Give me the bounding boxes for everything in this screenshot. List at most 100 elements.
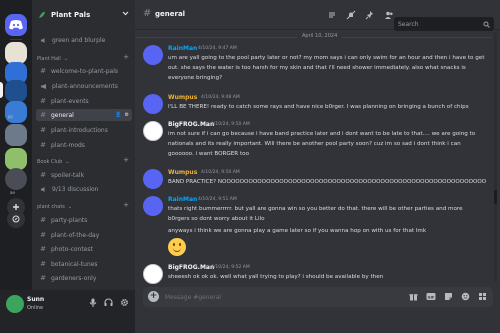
user-name: Sunn xyxy=(27,296,45,303)
channel-botanical-tunes[interactable]: # botanical-tunes xyxy=(36,258,132,270)
add-channel-icon[interactable]: + xyxy=(123,53,129,61)
category-label: plant chats xyxy=(37,204,65,210)
add-member-icon[interactable]: 👤 xyxy=(115,112,121,118)
svg-text:GIF: GIF xyxy=(428,295,435,299)
hash-icon: # xyxy=(40,67,46,75)
message-line: b0rgers so dont worry about it Lilo xyxy=(168,216,265,222)
channel-plant-of-the-day[interactable]: # plant-of-the-day xyxy=(36,229,132,241)
settings-icon[interactable] xyxy=(120,298,129,307)
members-icon[interactable] xyxy=(384,10,394,20)
channel-green-and-blurple[interactable]: green and blurple xyxy=(36,34,132,46)
guild-header[interactable]: Plant Pals xyxy=(32,0,135,30)
scrollbar[interactable] xyxy=(494,32,497,282)
hash-icon: # xyxy=(40,97,46,105)
emoji-icon[interactable] xyxy=(461,292,470,301)
selected-server-pill xyxy=(0,82,3,98)
avatar[interactable] xyxy=(6,295,24,313)
message-author[interactable]: BigFROG.Man xyxy=(168,264,214,271)
message-line: anyways i think we are gonna play a game… xyxy=(168,228,427,234)
server-icon[interactable] xyxy=(5,42,27,64)
avatar[interactable] xyxy=(143,169,163,189)
search-icon xyxy=(483,21,490,28)
avatar[interactable] xyxy=(143,196,163,216)
message-timestamp: 4/10/24, 9:51 AM xyxy=(198,197,237,202)
message-line: BAND PRACTICE? NOOOOOOOOOOOOOOOOOOOOOOOO… xyxy=(168,179,487,185)
message-author[interactable]: RainMan xyxy=(168,45,197,52)
add-channel-icon[interactable]: + xyxy=(123,156,129,164)
hash-icon: # xyxy=(40,245,46,253)
category-header[interactable]: Book Club ⌄ xyxy=(37,159,69,165)
avatar[interactable] xyxy=(143,45,163,65)
server-icon[interactable] xyxy=(5,168,27,190)
gear-icon[interactable]: ⚙ xyxy=(125,112,129,118)
channel-plant-announcements[interactable]: plant-announcements xyxy=(36,80,132,92)
channel-label: photo-contest xyxy=(51,245,93,253)
speaker-icon xyxy=(40,186,47,193)
search-input[interactable]: Search xyxy=(394,17,494,31)
message-author[interactable]: RainMan xyxy=(168,196,197,203)
channel-label: botanical-tunes xyxy=(51,260,98,268)
server-icon-plant-pals[interactable] xyxy=(5,80,27,102)
speaker-icon xyxy=(40,37,47,44)
channel-plant-events[interactable]: # plant-events xyxy=(36,95,132,107)
hash-icon: # xyxy=(40,171,46,179)
avatar[interactable] xyxy=(143,121,163,141)
channel-spoiler-talk[interactable]: # spoiler-talk xyxy=(36,169,132,181)
message-author[interactable]: BigFROG.Man xyxy=(168,121,214,128)
mute-bell-icon[interactable] xyxy=(346,10,356,20)
sticker-icon[interactable] xyxy=(444,292,453,301)
avatar[interactable] xyxy=(143,264,163,284)
category-header[interactable]: Plant Hall ⌄ xyxy=(37,56,68,62)
message-input[interactable] xyxy=(165,290,385,304)
direct-messages-button[interactable] xyxy=(5,14,27,36)
message-author[interactable]: Wumpus xyxy=(168,169,197,176)
channel-label: general xyxy=(51,111,74,119)
apps-icon[interactable] xyxy=(478,292,487,301)
channel-gardeners-only[interactable]: # gardeners-only xyxy=(36,272,132,284)
channel-label: green and blurple xyxy=(52,36,106,44)
channel-general[interactable]: # general 👤 ⚙ xyxy=(36,109,132,121)
message-line: sheeesh ok ok ok. well what yall trying … xyxy=(168,274,384,280)
hash-icon: # xyxy=(40,111,46,119)
message-timestamp: 4/10/24, 9:48 AM xyxy=(201,95,240,100)
guild-icon xyxy=(38,11,46,19)
channel-9-13-discussion[interactable]: 9/13 discussion xyxy=(36,183,132,195)
microphone-icon[interactable] xyxy=(89,298,97,307)
scrollbar-thumb[interactable] xyxy=(494,190,497,204)
explore-servers-button[interactable] xyxy=(7,210,25,228)
channel-label: spoiler-talk xyxy=(51,171,85,179)
message-author[interactable]: Wumpus xyxy=(168,94,197,101)
category-header[interactable]: plant chats ⌄ xyxy=(37,204,72,210)
pin-icon[interactable] xyxy=(365,10,375,20)
channel-plant-introductions[interactable]: # plant-introductions xyxy=(36,124,132,136)
server-icon[interactable] xyxy=(5,124,27,146)
hash-icon: # xyxy=(40,274,46,282)
upload-plus-button[interactable]: + xyxy=(148,291,159,302)
message-line: out. she says the water is too harsh for… xyxy=(168,65,466,71)
avatar[interactable] xyxy=(143,94,163,114)
search-placeholder: Search xyxy=(398,20,419,28)
message-content: thats right bummerrrrr. but yall are gon… xyxy=(168,204,490,224)
channel-label: plant-events xyxy=(51,97,89,105)
rail-separator xyxy=(10,39,22,40)
message-line: everyone bringing? xyxy=(168,75,223,81)
channel-plant-mods[interactable]: # plant-mods xyxy=(36,139,132,151)
message-content: um are yall going to the pool party late… xyxy=(168,53,490,83)
headphones-icon[interactable] xyxy=(104,298,113,307)
message-line: I'LL BE THERE! ready to catch some rays … xyxy=(168,104,469,110)
gift-icon[interactable] xyxy=(409,292,418,301)
hash-icon: # xyxy=(143,8,152,19)
gif-icon[interactable]: GIF xyxy=(426,292,436,301)
message-content: im not sure if i can go because i have b… xyxy=(168,129,490,159)
channel-photo-contest[interactable]: # photo-contest xyxy=(36,243,132,255)
user-panel: Sunn Online xyxy=(0,290,135,333)
server-icon[interactable] xyxy=(5,148,27,170)
chevron-down-icon xyxy=(122,11,129,16)
add-channel-icon[interactable]: + xyxy=(123,201,129,209)
channel-party-plants[interactable]: # party-plants xyxy=(36,214,132,226)
channel-welcome-to-plant-pals[interactable]: # welcome-to-plant-pals xyxy=(36,65,132,77)
message-timestamp: 4/10/24, 9:50 AM xyxy=(201,170,240,175)
channel-label: party-plants xyxy=(51,216,88,224)
message-list[interactable]: April 10, 2024 RainMan 4/10/24, 9:47 AM … xyxy=(135,30,492,286)
threads-icon[interactable] xyxy=(327,10,337,20)
